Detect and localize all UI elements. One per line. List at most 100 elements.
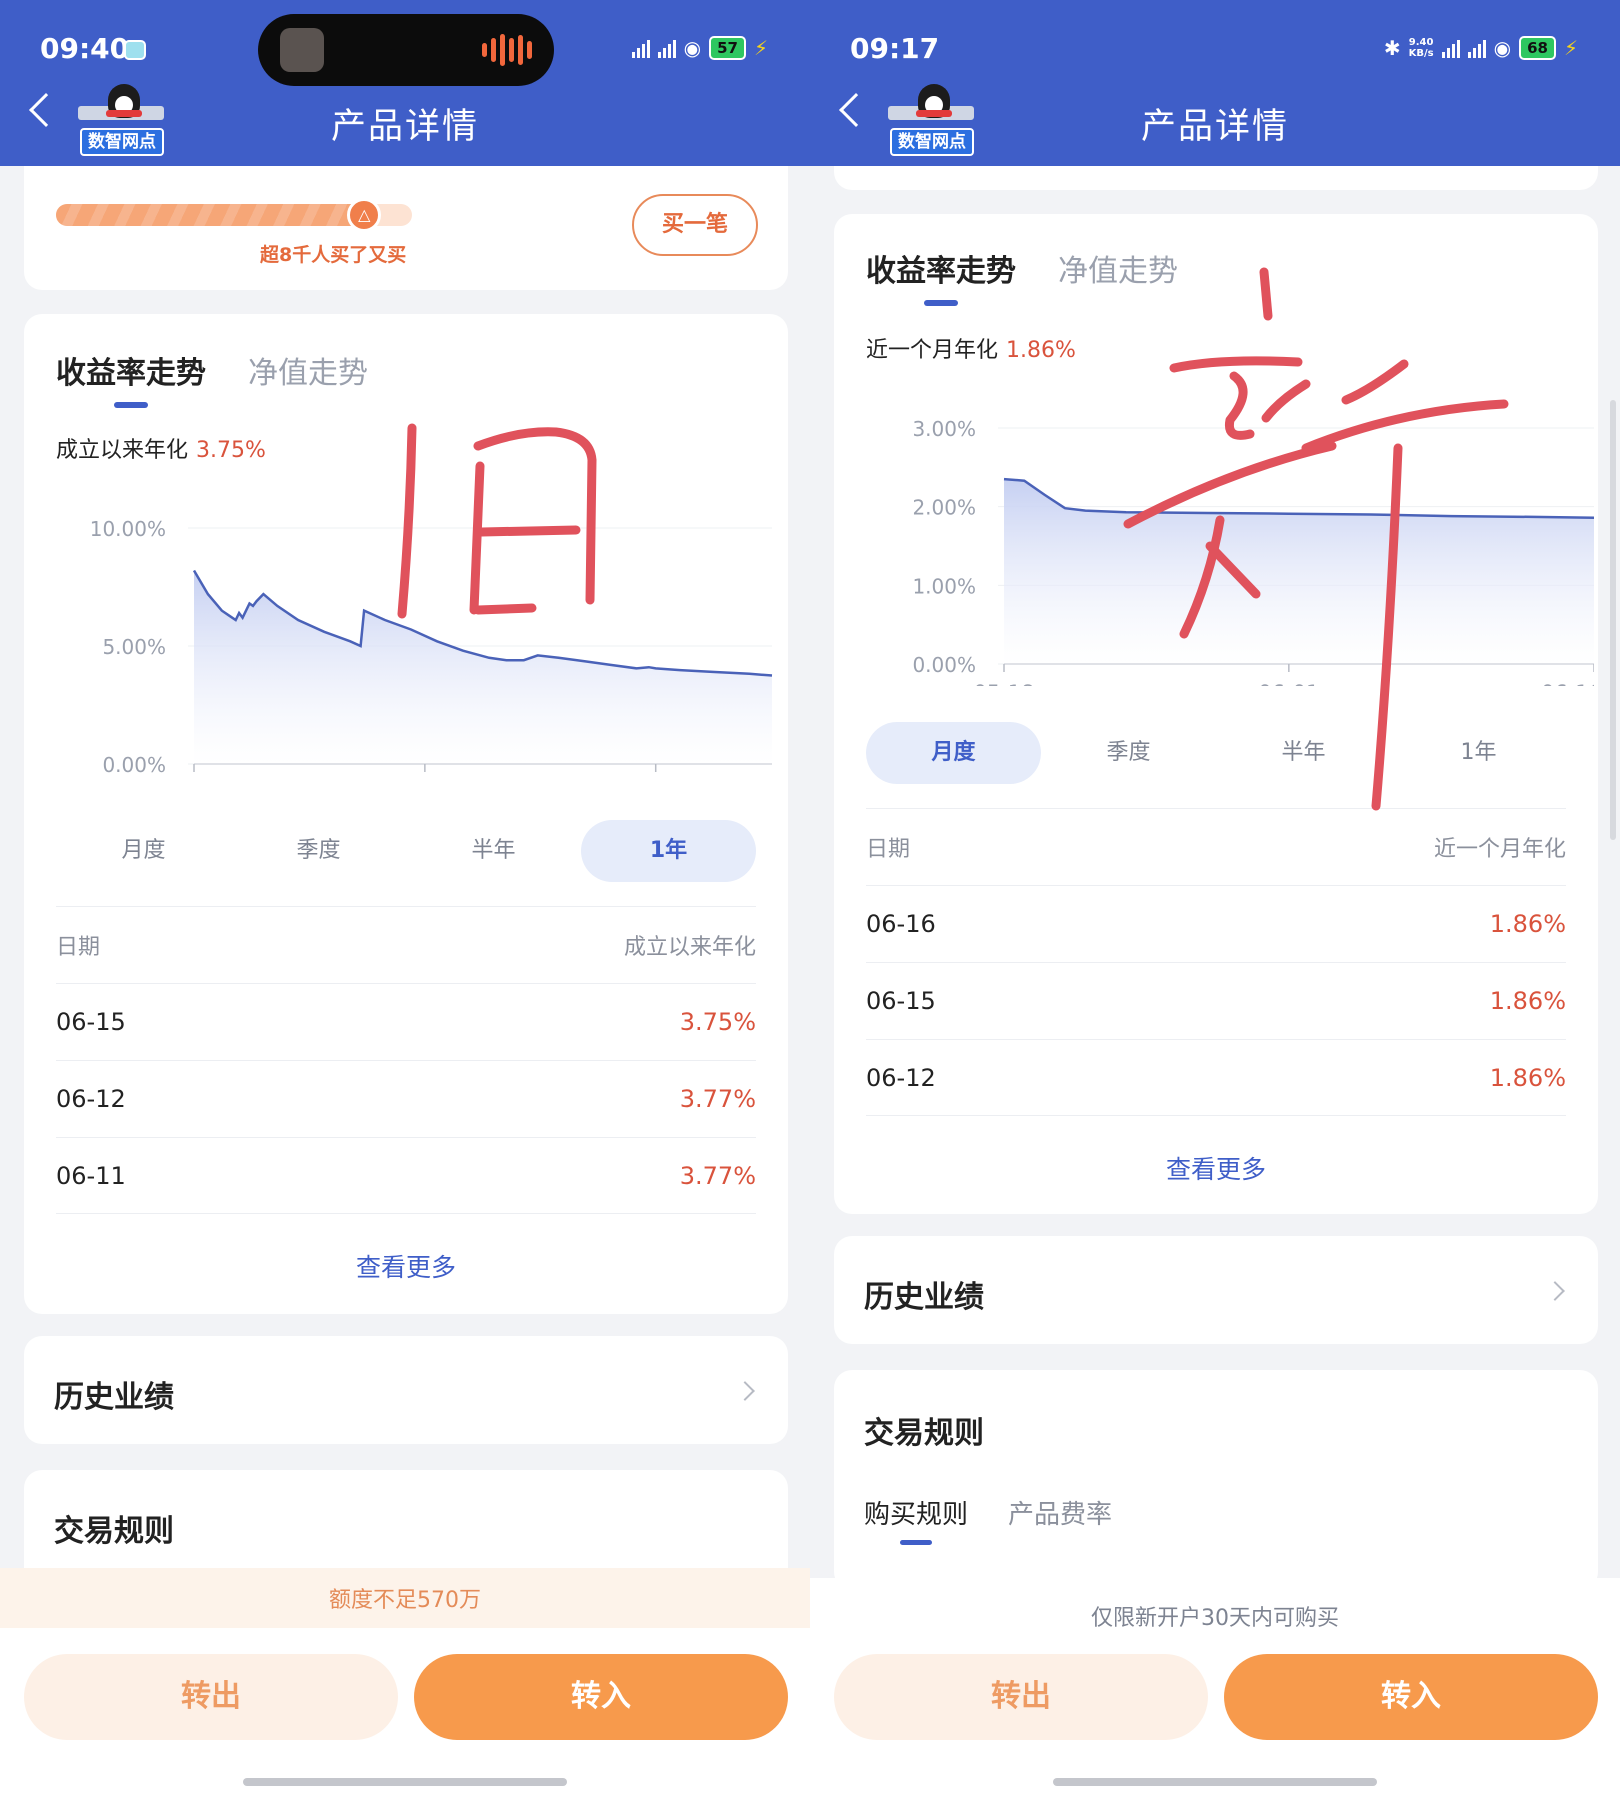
- tab-yield-trend[interactable]: 收益率走势: [56, 348, 206, 392]
- trend-card: 收益率走势 净值走势 成立以来年化3.75% 0.00%5.00%10.00%0…: [24, 314, 788, 1314]
- period-half-year[interactable]: 半年: [406, 820, 581, 882]
- audio-wave-icon: [482, 32, 532, 68]
- header-bar: 09:17 ✱ 9.40 KB/s ◉ 68 ⚡ 数智网点 产品详情: [810, 0, 1620, 166]
- y-tick-label: 5.00%: [102, 635, 166, 659]
- wifi-icon: ◉: [683, 36, 702, 60]
- metric: 近一个月年化 1.86%: [866, 332, 1076, 364]
- period-selector: 月度 季度 半年 1年: [56, 820, 756, 882]
- yield-table: 日期 近一个月年化 06-16 1.86% 06-15 1.86% 06-12 …: [866, 808, 1566, 1116]
- series-line: [1003, 477, 1594, 519]
- x-tick-label: 09-22: [163, 781, 224, 784]
- chevron-right-icon: [1545, 1281, 1565, 1301]
- trend-tabs: 收益率走势 净值走势: [866, 246, 1178, 290]
- col-date: 日期: [56, 935, 101, 960]
- status-icons: ✱ 9.40 KB/s ◉ 68 ⚡: [1384, 36, 1578, 60]
- quota-notice: 额度不足570万: [329, 1588, 481, 1613]
- period-one-year[interactable]: 1年: [1391, 722, 1566, 784]
- signal-5g-icon: [1441, 38, 1460, 58]
- tab-nav-trend[interactable]: 净值走势: [1058, 246, 1178, 290]
- y-tick-label: 3.00%: [912, 417, 976, 441]
- yield-chart: 0.00% 1.00% 2.00% 3.00% 05-18 06-01 06-16: [912, 417, 1594, 686]
- table-header: 日期 成立以来年化: [56, 906, 756, 983]
- period-month[interactable]: 月度: [56, 820, 231, 882]
- signal-5g-icon: [631, 38, 650, 58]
- history-performance-card[interactable]: 历史业绩: [24, 1336, 788, 1444]
- history-performance-card[interactable]: 历史业绩: [834, 1236, 1598, 1344]
- history-title: 历史业绩: [54, 1380, 174, 1415]
- table-row: 06-15 1.86%: [866, 962, 1566, 1039]
- status-time: 09:40: [40, 32, 130, 65]
- transfer-out-button[interactable]: 转出: [24, 1654, 398, 1740]
- metric-label: 近一个月年化: [866, 338, 999, 363]
- bottom-action-bar: 仅限新开户30天内可购买 转出 转入: [810, 1578, 1620, 1800]
- tab-product-fees[interactable]: 产品费率: [1008, 1494, 1112, 1531]
- history-title: 历史业绩: [864, 1280, 984, 1315]
- home-indicator[interactable]: [243, 1778, 567, 1786]
- x-tick-label: 06-15: [603, 781, 664, 784]
- period-quarter[interactable]: 季度: [231, 820, 406, 882]
- bottom-action-bar: 转出 转入: [0, 1628, 810, 1800]
- trend-card: 收益率走势 净值走势 近一个月年化 1.86% 0.00% 1.00% 2.00% 3.…: [834, 214, 1598, 1214]
- message-icon: [124, 40, 146, 60]
- header-bar: 09:40 ◉ 57 ⚡ 数智网点 产品详情: [0, 0, 810, 166]
- wifi-icon: ◉: [1493, 36, 1512, 60]
- status-icons: ◉ 57 ⚡: [631, 36, 768, 60]
- period-selector: 月度 季度 半年 1年: [866, 722, 1566, 784]
- view-more-link[interactable]: 查看更多: [834, 1150, 1598, 1186]
- metric-value: 3.75%: [196, 438, 266, 463]
- table-row: 06-12 3.77%: [56, 1060, 756, 1137]
- page-title: 产品详情: [330, 107, 479, 147]
- transfer-out-button[interactable]: 转出: [834, 1654, 1208, 1740]
- period-one-year[interactable]: 1年: [581, 820, 756, 882]
- battery-icon: 57: [709, 36, 746, 60]
- row-date: 06-15: [866, 987, 936, 1015]
- metric-value: 1.86%: [1006, 338, 1076, 363]
- purchase-notice: 仅限新开户30天内可购买: [1091, 1606, 1339, 1631]
- row-value: 1.86%: [1489, 987, 1566, 1015]
- row-value: 3.75%: [679, 1008, 756, 1036]
- x-tick-label: 06-16: [1541, 681, 1594, 686]
- transfer-in-button[interactable]: 转入: [414, 1654, 788, 1740]
- period-half-year[interactable]: 半年: [1216, 722, 1391, 784]
- x-tick-label: 06-01: [1258, 681, 1319, 686]
- home-indicator[interactable]: [1053, 1778, 1377, 1786]
- scrollbar[interactable]: [1610, 400, 1616, 840]
- fire-icon: △: [347, 198, 382, 232]
- row-value: 1.86%: [1489, 1063, 1566, 1092]
- period-quarter[interactable]: 季度: [1041, 722, 1216, 784]
- quota-notice-bar: 额度不足570万: [0, 1568, 810, 1628]
- battery-icon: 68: [1519, 36, 1556, 60]
- phone-screenshot-new: 收益率走势 净值走势 近一个月年化 1.86% 0.00% 1.00% 2.00% 3.…: [810, 0, 1620, 1800]
- period-month[interactable]: 月度: [866, 722, 1041, 784]
- network-speed-unit: KB/s: [1408, 48, 1434, 59]
- metric-label: 成立以来年化: [56, 438, 189, 463]
- signal-4g-icon: [657, 38, 676, 58]
- tab-purchase-rules[interactable]: 购买规则: [864, 1494, 968, 1531]
- signal-4g-icon: [1467, 38, 1486, 58]
- phone-screenshot-old: 收益率走势 净值走势 成立以来年化3.75% 0.00%5.00%10.00%0…: [0, 0, 810, 1800]
- row-value: 1.86%: [1489, 910, 1566, 938]
- row-date: 06-12: [56, 1085, 126, 1113]
- transfer-in-button[interactable]: 转入: [1224, 1654, 1598, 1740]
- tab-nav-trend[interactable]: 净值走势: [248, 348, 368, 392]
- table-row: 06-15 3.75%: [56, 983, 756, 1060]
- charging-icon: ⚡: [1563, 36, 1578, 60]
- buy-one-button[interactable]: 买一笔: [632, 194, 758, 256]
- row-value: 3.77%: [679, 1161, 756, 1190]
- hot-purchase-text: 超8千人买了又买: [260, 244, 407, 266]
- y-tick-label: 1.00%: [912, 574, 976, 598]
- sales-progress-bar: △: [56, 198, 412, 232]
- sales-progress-fill: [56, 204, 370, 226]
- trend-tabs: 收益率走势 净值走势: [56, 348, 368, 392]
- col-value: 成立以来年化: [623, 935, 756, 960]
- col-value: 近一个月年化: [1433, 837, 1566, 862]
- network-speed-value: 9.40: [1408, 37, 1434, 48]
- view-more-link[interactable]: 查看更多: [24, 1248, 788, 1284]
- trade-rules-card: 交易规则 购买规则 产品费率: [834, 1370, 1598, 1590]
- tab-yield-trend[interactable]: 收益率走势: [866, 246, 1016, 290]
- y-tick-label: 2.00%: [912, 496, 976, 520]
- row-date: 06-11: [56, 1161, 126, 1190]
- row-date: 06-12: [866, 1063, 936, 1092]
- y-tick-label: 10.00%: [90, 517, 166, 541]
- rules-title: 交易规则: [54, 1514, 174, 1549]
